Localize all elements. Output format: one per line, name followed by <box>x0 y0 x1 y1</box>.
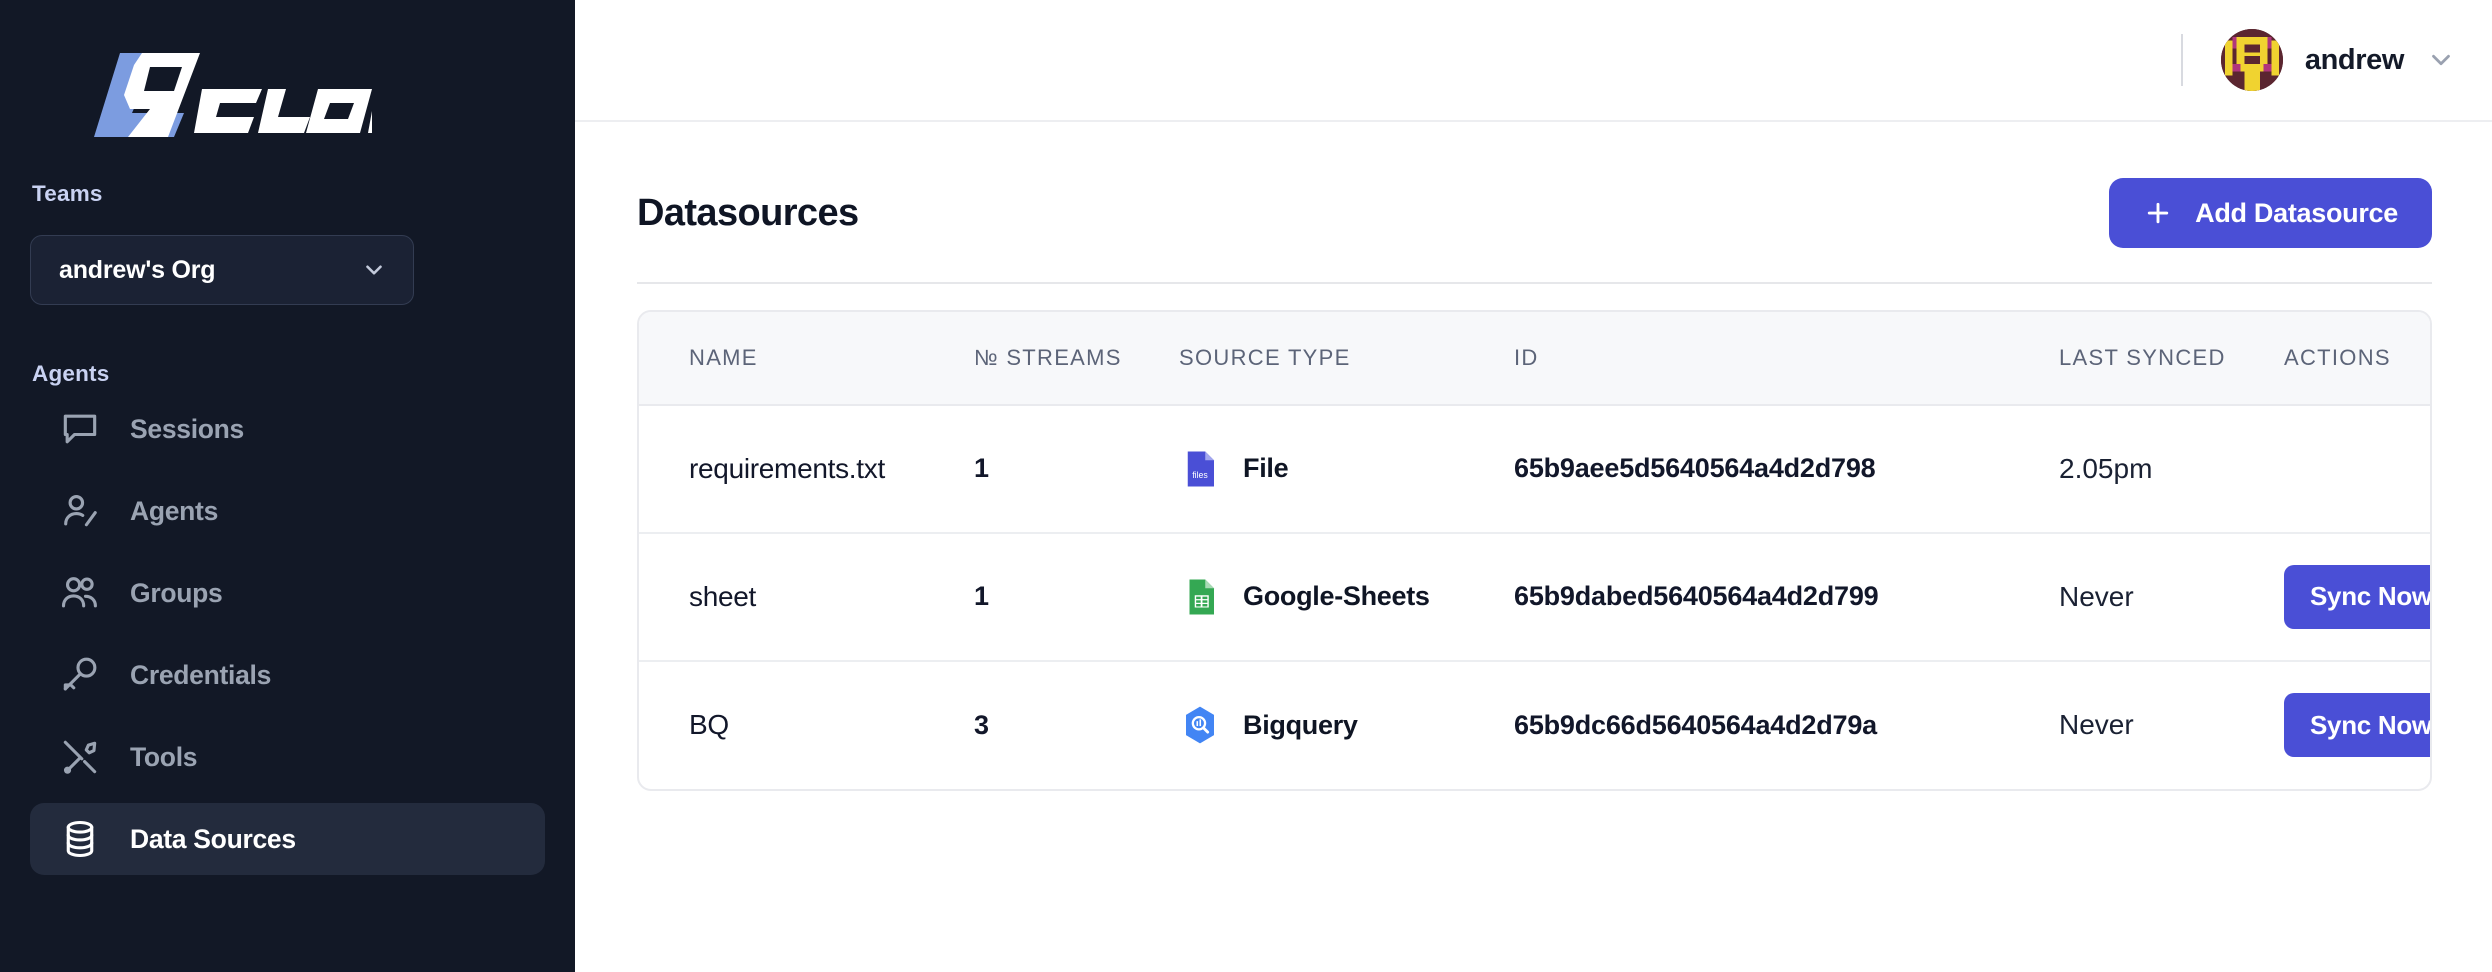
cell-name: BQ <box>639 661 974 789</box>
database-icon <box>58 817 102 861</box>
sidebar-item-groups[interactable]: Groups <box>30 557 545 629</box>
chevron-down-icon <box>361 257 387 283</box>
brand-logo[interactable] <box>0 0 575 185</box>
topbar-divider <box>2181 34 2183 86</box>
sidebar-item-credentials[interactable]: Credentials <box>30 639 545 711</box>
table-header-row: NAME № STREAMS SOURCE TYPE ID LAST SYNCE… <box>639 312 2432 405</box>
l9cloud-logo-icon <box>72 45 372 140</box>
sync-now-button[interactable]: Sync Now <box>2284 565 2432 629</box>
cell-name: sheet <box>639 533 974 661</box>
table-row: requirements.txt 1 files File <box>639 405 2432 533</box>
cell-source-type: Google-Sheets <box>1179 533 1514 661</box>
column-header-streams: № STREAMS <box>974 312 1179 405</box>
cell-id: 65b9dabed5640564a4d2d799 <box>1514 533 2059 661</box>
sidebar-item-label: Agents <box>130 496 218 527</box>
sidebar-item-label: Credentials <box>130 660 271 691</box>
page-header: Datasources Add Datasource <box>637 122 2432 284</box>
sidebar-item-label: Sessions <box>130 414 244 445</box>
source-type-label: File <box>1243 453 1288 484</box>
sidebar-item-agents[interactable]: Agents <box>30 475 545 547</box>
users-icon <box>58 571 102 615</box>
table-head: NAME № STREAMS SOURCE TYPE ID LAST SYNCE… <box>639 312 2432 405</box>
datasources-table-card: NAME № STREAMS SOURCE TYPE ID LAST SYNCE… <box>637 310 2432 791</box>
cell-id: 65b9aee5d5640564a4d2d798 <box>1514 405 2059 533</box>
user-edit-icon <box>58 489 102 533</box>
sidebar-section-agents: Agents <box>0 361 575 387</box>
main-area: andrew Datasources Add Datasource <box>575 0 2492 972</box>
cell-streams: 3 <box>974 661 1179 789</box>
cell-name: requirements.txt <box>639 405 974 533</box>
key-icon <box>58 653 102 697</box>
datasources-table: NAME № STREAMS SOURCE TYPE ID LAST SYNCE… <box>639 312 2432 789</box>
cell-id: 65b9dc66d5640564a4d2d79a <box>1514 661 2059 789</box>
cell-streams: 1 <box>974 405 1179 533</box>
team-select-value: andrew's Org <box>59 256 215 285</box>
cell-last-synced: Never <box>2059 661 2284 789</box>
sidebar-item-label: Tools <box>130 742 197 773</box>
source-type-label: Bigquery <box>1243 710 1358 741</box>
google-sheets-icon <box>1179 576 1221 618</box>
source-type-label: Google-Sheets <box>1243 581 1430 612</box>
cell-actions: Sync Now <box>2284 661 2432 789</box>
sidebar-item-data-sources[interactable]: Data Sources <box>30 803 545 875</box>
bigquery-icon <box>1179 704 1221 746</box>
column-header-last-synced: LAST SYNCED <box>2059 312 2284 405</box>
team-select[interactable]: andrew's Org <box>30 235 414 305</box>
chevron-down-icon[interactable] <box>2426 45 2456 75</box>
column-header-name: NAME <box>639 312 974 405</box>
sidebar-item-sessions[interactable]: Sessions <box>30 393 545 465</box>
svg-text:files: files <box>1192 470 1208 480</box>
sidebar: Teams andrew's Org Agents Sessions <box>0 0 575 972</box>
cell-last-synced: 2.05pm <box>2059 405 2284 533</box>
app-root: Teams andrew's Org Agents Sessions <box>0 0 2492 972</box>
file-document-icon: files <box>1179 448 1221 490</box>
sidebar-section-teams: Teams <box>0 181 575 207</box>
user-name: andrew <box>2305 44 2404 77</box>
plus-icon <box>2143 198 2173 228</box>
sync-now-button[interactable]: Sync Now <box>2284 693 2432 757</box>
topbar: andrew <box>575 0 2492 122</box>
cell-last-synced: Never <box>2059 533 2284 661</box>
cell-source-type: Bigquery <box>1179 661 1514 789</box>
column-header-source-type: SOURCE TYPE <box>1179 312 1514 405</box>
cell-source-type: files File <box>1179 405 1514 533</box>
user-menu[interactable]: andrew <box>2221 29 2456 91</box>
table-body: requirements.txt 1 files File <box>639 405 2432 789</box>
cell-streams: 1 <box>974 533 1179 661</box>
identicon-avatar <box>2221 29 2283 91</box>
add-datasource-button[interactable]: Add Datasource <box>2109 178 2432 248</box>
sidebar-nav: Sessions Agents Groups <box>0 393 575 875</box>
table-row: BQ 3 <box>639 661 2432 789</box>
cell-actions: Sync Now <box>2284 405 2432 533</box>
tools-icon <box>58 735 102 779</box>
chat-bubble-icon <box>58 407 102 451</box>
page-title: Datasources <box>637 192 859 235</box>
page-content: Datasources Add Datasource NAME № STREAM… <box>575 122 2492 972</box>
cell-actions: Sync Now <box>2284 533 2432 661</box>
column-header-actions: ACTIONS <box>2284 312 2432 405</box>
sidebar-item-label: Data Sources <box>130 824 296 855</box>
sidebar-item-tools[interactable]: Tools <box>30 721 545 793</box>
add-datasource-label: Add Datasource <box>2195 198 2398 229</box>
sidebar-item-label: Groups <box>130 578 222 609</box>
table-row: sheet 1 <box>639 533 2432 661</box>
column-header-id: ID <box>1514 312 2059 405</box>
